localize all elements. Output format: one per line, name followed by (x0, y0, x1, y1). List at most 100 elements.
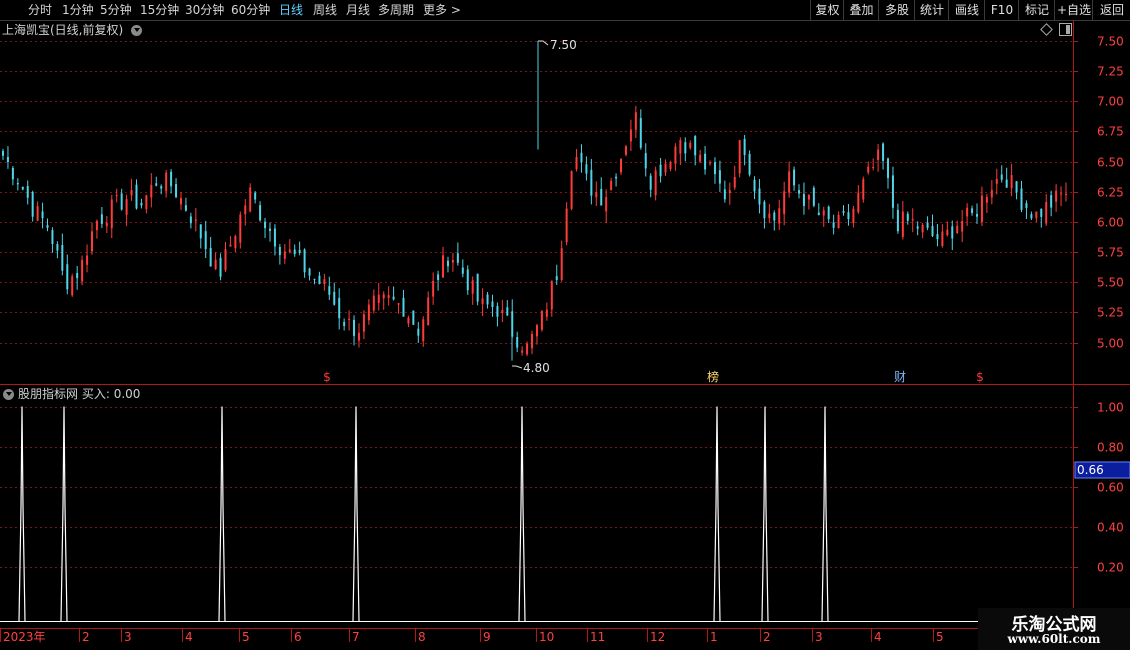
period-tab-6[interactable]: 日线 (279, 2, 303, 18)
candle-body (239, 214, 242, 243)
candle-body (140, 202, 143, 206)
candle-body (995, 179, 998, 184)
date-label: 6 (294, 630, 302, 644)
candle-body (160, 186, 163, 189)
event-marker-0[interactable]: $ (323, 370, 331, 384)
candle-body (926, 222, 929, 228)
candle-body (437, 274, 440, 280)
candle-body (407, 317, 410, 324)
candle-body (921, 224, 924, 233)
candle-body (348, 318, 351, 320)
candle-body (644, 153, 647, 169)
price-tick-label: 6.75 (1097, 125, 1124, 139)
indicator-name: 股朋指标网 (18, 387, 79, 401)
indicator-dropdown-icon[interactable] (3, 389, 14, 400)
candle-body (629, 129, 632, 142)
toolbar-button-7[interactable]: +自选 (1054, 0, 1093, 20)
candle-body (506, 307, 509, 316)
toolbar-button-6[interactable]: 标记 (1018, 0, 1055, 20)
event-marker-3[interactable]: $ (976, 370, 984, 384)
candle-body (1060, 193, 1063, 195)
period-tab-4[interactable]: 30分钟 (185, 2, 224, 18)
period-tab-1[interactable]: 1分钟 (62, 2, 94, 18)
price-tick-label: 5.00 (1097, 337, 1124, 351)
indicator-tick-label: 1.00 (1097, 401, 1124, 415)
candle-body (713, 162, 716, 175)
date-label: 12 (650, 630, 665, 644)
candle-body (733, 176, 736, 188)
candle-body (634, 112, 637, 130)
candle-body (31, 191, 34, 217)
candle-body (194, 219, 197, 221)
candle-body (659, 164, 662, 177)
price-tick-label: 6.25 (1097, 186, 1124, 200)
candle-body (1000, 174, 1003, 180)
candle-body (906, 213, 909, 221)
date-label: 2 (763, 630, 771, 644)
period-tab-8[interactable]: 月线 (346, 2, 370, 18)
period-tab-7[interactable]: 周线 (313, 2, 337, 18)
toolbar-button-3[interactable]: 统计 (914, 0, 949, 20)
candle-body (649, 175, 652, 190)
date-label: 4 (185, 630, 193, 644)
event-marker-1[interactable]: 榜 (707, 369, 719, 384)
candle-body (323, 279, 326, 285)
candle-body (827, 206, 830, 220)
toolbar-button-5[interactable]: F10 (984, 0, 1019, 20)
candle-body (446, 260, 449, 267)
period-tab-9[interactable]: 多周期 (378, 2, 414, 18)
signal-spike (761, 406, 769, 622)
toolbar-button-1[interactable]: 叠加 (843, 0, 879, 20)
candle-body (1035, 211, 1038, 219)
date-label: 9 (483, 630, 491, 644)
toolbar-button-0[interactable]: 复权 (810, 0, 844, 20)
period-toolbar: 分时 1分钟 5分钟 15分钟 30分钟 60分钟 日线 周线 月线 多周期 更多 > 复权 叠加 多股统… (0, 0, 1130, 21)
indicator-title-bar[interactable]: 股朋指标网 买入: 0.00 (2, 387, 140, 402)
period-tab-10[interactable]: 更多 > (423, 2, 461, 18)
candle-body (293, 249, 296, 255)
candle-body (1040, 208, 1043, 217)
candle-body (540, 310, 543, 330)
candle-body (442, 255, 445, 278)
candle-body (224, 249, 227, 271)
candle-body (219, 257, 222, 277)
candle-body (654, 170, 657, 196)
candle-body (105, 222, 108, 227)
candle-body (1055, 190, 1058, 202)
candle-body (264, 221, 267, 229)
stock-title-bar[interactable]: 上海凯宝(日线,前复权) (2, 22, 143, 38)
candle-body (709, 162, 712, 164)
period-tab-3[interactable]: 15分钟 (140, 2, 179, 18)
candle-body (679, 140, 682, 154)
title-dropdown-icon[interactable] (131, 25, 143, 36)
candle-body (802, 193, 805, 206)
candle-body (422, 319, 425, 342)
indicator-tick-label: 0.80 (1097, 441, 1124, 455)
window-toggle-icon[interactable] (1059, 23, 1072, 36)
period-tab-5[interactable]: 60分钟 (231, 2, 270, 18)
period-tab-0[interactable]: 分时 (28, 2, 52, 18)
signal-spike (60, 406, 68, 622)
candle-body (931, 225, 934, 236)
period-tab-2[interactable]: 5分钟 (100, 2, 132, 18)
candle-body (862, 179, 865, 200)
toolbar-button-8[interactable]: 返回 (1092, 0, 1130, 20)
candle-body (288, 249, 291, 253)
candle-body (21, 186, 24, 190)
candle-body (901, 211, 904, 237)
toolbar-button-2[interactable]: 多股 (878, 0, 915, 20)
candle-body (872, 167, 875, 169)
candle-body (1050, 195, 1053, 208)
candle-body (456, 253, 459, 263)
candle-body (268, 228, 271, 231)
candle-body (466, 269, 469, 291)
candle-body (891, 175, 894, 208)
kline-chart: 7.50 7.25 7.00 6.75 6.50 6.25 6.00 5.75 5.50 5.25… (0, 20, 1130, 650)
toolbar-button-4[interactable]: 画线 (948, 0, 985, 20)
event-marker-2[interactable]: 财 (894, 370, 906, 384)
candle-body (531, 334, 534, 349)
candle-body (110, 199, 113, 229)
candle-body (718, 170, 721, 184)
candle-body (16, 183, 19, 185)
high-price-label: 7.50 (550, 38, 577, 52)
